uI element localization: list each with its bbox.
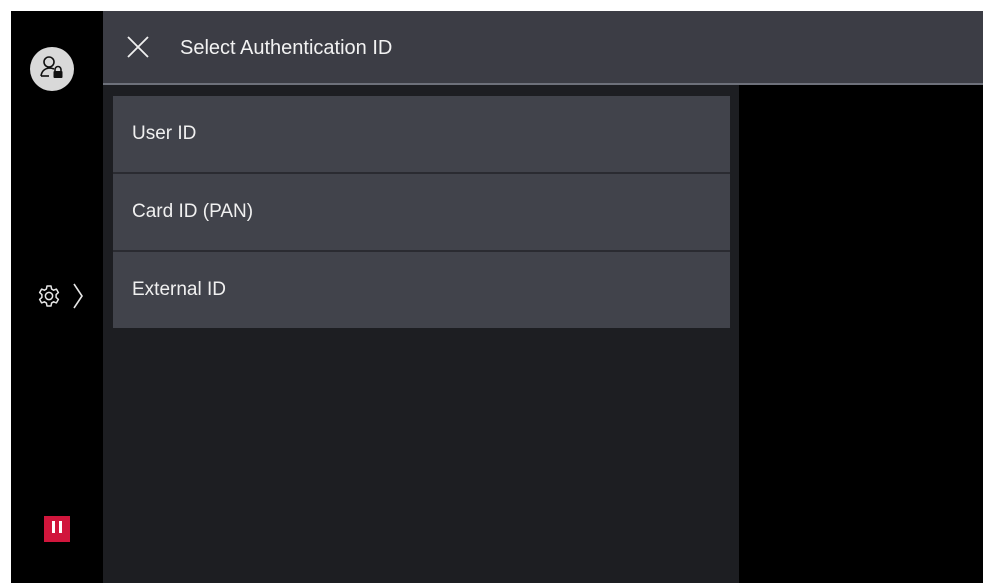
dialog-header: Select Authentication ID bbox=[103, 11, 983, 85]
option-label: User ID bbox=[132, 123, 197, 144]
dialog-title: Select Authentication ID bbox=[180, 37, 393, 59]
pause-button[interactable] bbox=[44, 516, 70, 542]
option-label: External ID bbox=[132, 279, 226, 300]
option-user-id[interactable]: User ID bbox=[113, 96, 730, 172]
chevron-right-icon bbox=[72, 282, 84, 315]
close-icon bbox=[125, 36, 151, 64]
settings-button[interactable] bbox=[36, 279, 96, 317]
gear-icon bbox=[36, 283, 62, 314]
option-card-id-pan[interactable]: Card ID (PAN) bbox=[113, 174, 730, 250]
device-screen: Select Authentication ID User ID Card ID… bbox=[11, 11, 983, 583]
left-rail bbox=[11, 11, 103, 583]
user-login-button[interactable] bbox=[30, 47, 74, 91]
pause-icon bbox=[50, 520, 64, 539]
auth-id-list: User ID Card ID (PAN) External ID bbox=[103, 85, 739, 583]
user-lock-icon bbox=[37, 52, 67, 87]
main-panel: Select Authentication ID User ID Card ID… bbox=[103, 11, 983, 583]
option-external-id[interactable]: External ID bbox=[113, 252, 730, 328]
option-label: Card ID (PAN) bbox=[132, 201, 254, 222]
close-button[interactable] bbox=[125, 34, 151, 60]
